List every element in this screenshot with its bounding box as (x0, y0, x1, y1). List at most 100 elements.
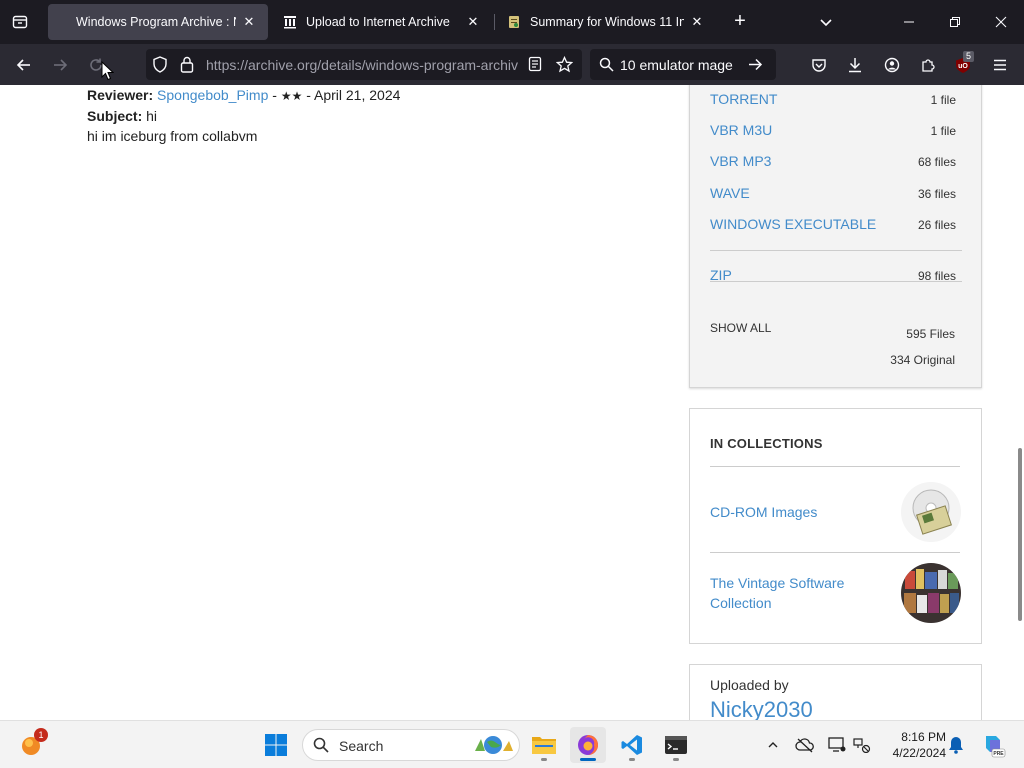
terminal-icon (665, 736, 687, 754)
format-count: 26 files (917, 218, 956, 232)
list-all-tabs-button[interactable] (814, 10, 838, 34)
taskbar-terminal[interactable] (658, 727, 694, 763)
cd-rom-collection-thumbnail[interactable] (901, 482, 961, 542)
puzzle-piece-icon (922, 59, 935, 72)
new-tab-button[interactable]: + (728, 10, 752, 34)
format-link-windows-executable[interactable]: WINDOWS EXECUTABLE (710, 216, 876, 232)
clock-time: 8:16 PM (901, 730, 946, 744)
taskbar-file-explorer[interactable] (526, 727, 562, 763)
plus-icon: + (734, 10, 746, 32)
reviewer-link[interactable]: Spongebob_Pimp (157, 87, 268, 103)
restore-button[interactable] (932, 0, 978, 44)
total-files: 595 Files (906, 327, 955, 341)
reviewer-label: Reviewer: (87, 87, 154, 103)
extensions-button[interactable] (913, 50, 943, 80)
notification-badge: 1 (34, 728, 48, 742)
review-subject: Subject: hi (87, 106, 400, 126)
close-window-button[interactable] (978, 0, 1024, 44)
windows-taskbar: 1 Search 8:16 PM 4/22/2024 PRE (0, 720, 1024, 768)
subject-text: hi (146, 108, 158, 124)
back-button[interactable] (9, 50, 39, 80)
notifications-button[interactable] (946, 735, 966, 755)
show-hidden-icons-button[interactable] (763, 735, 783, 755)
vintage-software-collection-thumbnail[interactable] (901, 563, 961, 623)
ublock-origin-button[interactable]: uO 5 (948, 50, 978, 80)
review-body: hi im iceburg from collabvm (87, 128, 258, 144)
collection-link-cd-rom-images[interactable]: CD-ROM Images (710, 502, 880, 522)
review-date: April 21, 2024 (314, 87, 401, 103)
document-icon (506, 14, 522, 30)
chevron-down-icon (820, 19, 832, 27)
active-indicator (580, 758, 596, 761)
firefox-view-button[interactable] (0, 0, 40, 44)
forward-button[interactable] (45, 50, 75, 80)
tab-upload-to-internet-archive[interactable]: Upload to Internet Archive ✕ (272, 4, 492, 40)
uploader-link[interactable]: Nicky2030 (710, 697, 813, 720)
tab-summary-windows-11-insider[interactable]: Summary for Windows 11 Insid ✕ (496, 4, 716, 40)
clock[interactable]: 8:16 PM 4/22/2024 (880, 729, 946, 761)
url-text[interactable]: https://archive.org/details/windows-prog… (206, 57, 518, 73)
bell-icon (949, 737, 963, 754)
star-rating: ★★ (280, 89, 303, 103)
copilot-button[interactable]: PRE (980, 732, 1006, 758)
search-bar[interactable]: 10 emulator mage (590, 49, 776, 80)
address-bar[interactable]: https://archive.org/details/windows-prog… (146, 49, 582, 80)
chevron-up-icon (768, 742, 778, 748)
clock-date: 4/22/2024 (892, 746, 946, 760)
archive-icon (282, 14, 298, 30)
downloads-button[interactable] (840, 50, 870, 80)
format-count: 68 files (917, 155, 956, 169)
network-disconnected-icon (853, 738, 871, 753)
lock-icon[interactable] (180, 56, 194, 78)
firefox-icon (578, 735, 598, 755)
reader-view-icon[interactable] (528, 56, 542, 77)
start-button[interactable] (258, 727, 294, 763)
close-icon[interactable]: ✕ (240, 13, 258, 31)
show-all-link[interactable]: SHOW ALL (710, 321, 771, 335)
format-link-vbr-m3u[interactable]: VBR M3U (710, 122, 772, 138)
search-query: 10 emulator mage (620, 57, 733, 73)
bookmark-star-icon[interactable] (555, 55, 574, 78)
format-link-vbr-mp3[interactable]: VBR MP3 (710, 153, 771, 169)
format-link-torrent[interactable]: TORRENT (710, 91, 777, 107)
format-count: 36 files (917, 187, 956, 201)
vscode-icon (621, 735, 642, 755)
close-icon[interactable]: ✕ (464, 13, 482, 31)
onedrive-tray-button[interactable] (795, 735, 815, 755)
network-volume-tray-button[interactable] (852, 735, 872, 755)
collection-link-vintage-software[interactable]: The Vintage Software Collection (710, 573, 880, 613)
display-tray-button[interactable] (827, 735, 847, 755)
tracking-protection-shield-icon[interactable] (152, 56, 168, 78)
extension-badge: 5 (963, 51, 975, 62)
page-scrollbar-thumb[interactable] (1018, 448, 1022, 621)
arrow-right-icon[interactable] (748, 57, 763, 77)
tab-bar: Windows Program Archive : Ni ✕ Upload to… (0, 0, 1024, 44)
windows-logo-icon (265, 734, 287, 756)
format-link-wave[interactable]: WAVE (710, 185, 750, 201)
running-indicator (541, 758, 547, 761)
divider-line (710, 466, 960, 467)
widgets-button[interactable]: 1 (14, 727, 50, 763)
taskbar-firefox[interactable] (570, 727, 606, 763)
app-menu-button[interactable] (985, 50, 1015, 80)
url-path: /details/windows-program-archiv (317, 57, 518, 73)
in-collections-panel: IN COLLECTIONS CD-ROM Images The Vintage… (689, 408, 982, 644)
mouse-cursor-icon (101, 61, 114, 81)
tab-title: Upload to Internet Archive (306, 15, 450, 29)
pocket-button[interactable] (804, 50, 834, 80)
download-options-panel: TORRENT 1 file VBR M3U 1 file VBR MP3 68… (689, 85, 982, 388)
svg-text:uO: uO (958, 63, 968, 70)
taskbar-search-box[interactable]: Search (302, 729, 520, 761)
minimize-button[interactable] (886, 0, 932, 44)
navigation-toolbar: https://archive.org/details/windows-prog… (0, 44, 1024, 85)
account-icon (884, 57, 900, 73)
account-button[interactable] (877, 50, 907, 80)
search-placeholder: Search (339, 738, 384, 754)
close-icon[interactable]: ✕ (688, 13, 706, 31)
restore-icon (950, 17, 960, 27)
tab-windows-program-archive[interactable]: Windows Program Archive : Ni ✕ (48, 4, 268, 40)
search-icon (599, 57, 614, 77)
pocket-icon (812, 59, 826, 72)
taskbar-vscode[interactable] (614, 727, 650, 763)
hamburger-menu-icon (994, 59, 1006, 71)
